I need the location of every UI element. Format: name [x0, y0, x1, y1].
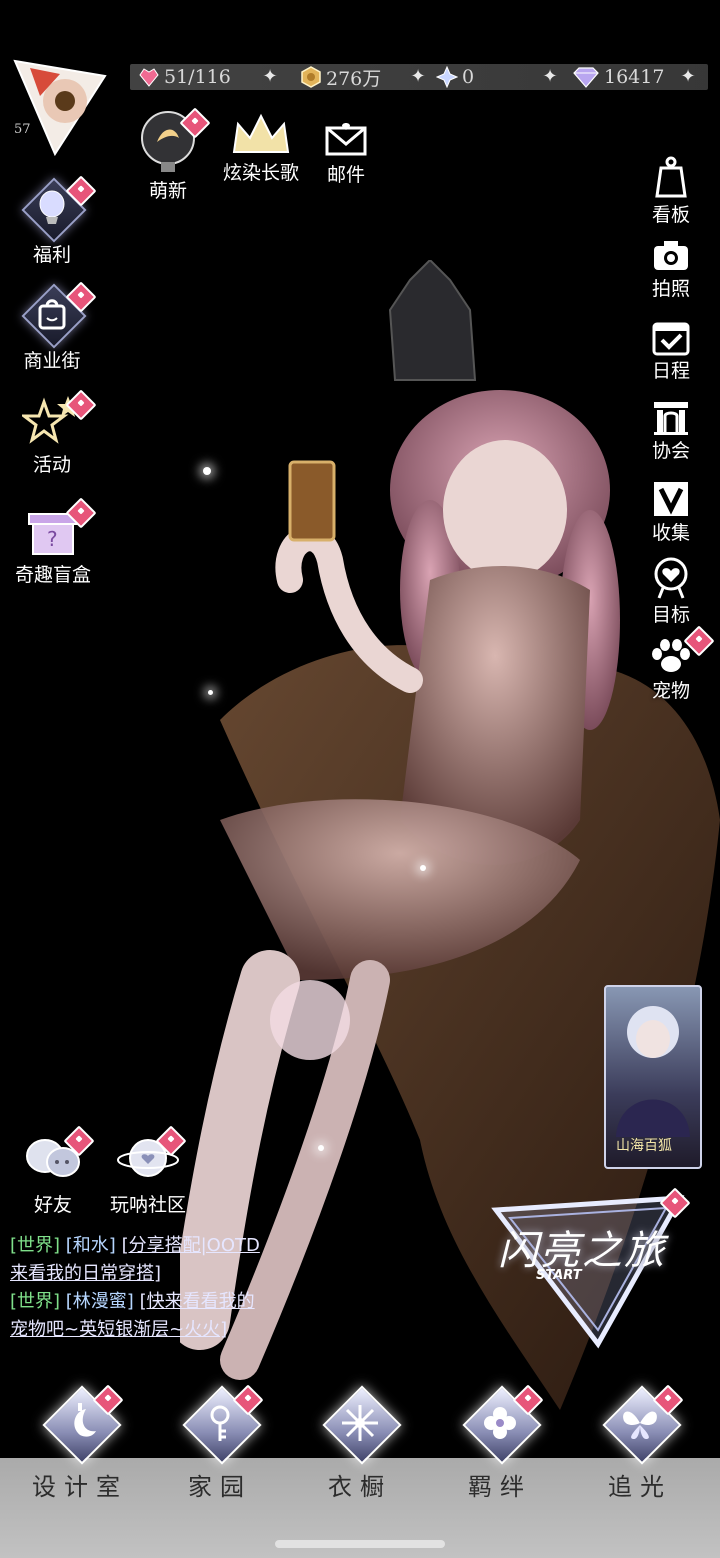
pet-button[interactable]: 宠物: [636, 625, 715, 703]
mail-icon: [324, 120, 368, 158]
crystal-value: 0: [462, 66, 475, 88]
sparkle: [203, 467, 211, 475]
nav-wardrobe-label: 衣橱: [328, 1473, 392, 1501]
schedule-button[interactable]: 日程: [636, 318, 706, 383]
nav-design-room[interactable]: 设计室: [25, 1384, 135, 1502]
calendar-check-icon: [652, 322, 690, 356]
chat-sender[interactable]: [和水]: [66, 1235, 116, 1256]
nav-home-label: 家园: [188, 1473, 252, 1501]
dress-form-icon: [655, 156, 687, 198]
newbie-button[interactable]: 萌新: [132, 107, 211, 203]
showcase-button[interactable]: 看板: [636, 156, 706, 227]
gold-display: 276万: [300, 64, 381, 90]
add-gold-button[interactable]: ✦: [408, 67, 428, 87]
event-xuanran-label: 炫染长歌: [222, 162, 299, 184]
event-card-label: 山海百狐: [616, 1138, 672, 1154]
activity-label: 活动: [32, 454, 71, 476]
pet-label: 宠物: [651, 680, 690, 702]
chat-text[interactable]: [快来看看我的: [140, 1291, 255, 1312]
start-journey-title: 闪亮之旅: [498, 1228, 666, 1274]
nav-bond-label: 羁绊: [468, 1473, 532, 1501]
shopping-street-label: 商业街: [23, 350, 81, 372]
stamina-display: 51/116: [138, 64, 231, 90]
friends-label: 好友: [33, 1194, 72, 1216]
player-level: 57: [14, 122, 31, 137]
add-crystal-button[interactable]: ✦: [540, 67, 560, 87]
crystal-display: 0: [435, 64, 475, 90]
welfare-button[interactable]: 福利: [16, 175, 97, 267]
camera-icon: [654, 241, 688, 270]
mail-button[interactable]: 邮件: [318, 120, 374, 187]
add-stamina-button[interactable]: ✦: [260, 67, 280, 87]
chat-text[interactable]: [分享搭配|OOTD: [122, 1235, 260, 1256]
chat-text-cont[interactable]: 宠物吧~英短银渐层~火火]: [10, 1319, 227, 1340]
schedule-label: 日程: [651, 360, 690, 382]
blind-box-button[interactable]: ? 奇趣盲盒: [8, 497, 98, 587]
start-journey-button[interactable]: 闪亮之旅 START: [488, 1187, 691, 1350]
nav-wardrobe[interactable]: 衣橱: [305, 1385, 415, 1502]
diamond-icon: [572, 66, 600, 88]
association-label: 协会: [651, 440, 690, 462]
home-indicator[interactable]: [275, 1540, 445, 1548]
community-label: 玩呐社区: [109, 1194, 186, 1216]
nav-design-room-label: 设计室: [32, 1473, 128, 1501]
collection-button[interactable]: 收集: [636, 480, 706, 545]
player-avatar[interactable]: [10, 56, 110, 157]
sparkle: [208, 690, 213, 695]
nav-chase-light-label: 追光: [608, 1473, 672, 1501]
welfare-label: 福利: [32, 244, 71, 266]
blind-box-label: 奇趣盲盒: [14, 564, 91, 586]
stamina-value: 51/116: [164, 66, 231, 88]
photo-button[interactable]: 拍照: [636, 238, 706, 301]
shopping-street-button[interactable]: 商业街: [16, 281, 97, 373]
heart-medal-icon: [654, 557, 688, 599]
heart-gem-icon: [138, 66, 160, 88]
crown-icon: [230, 112, 292, 156]
chat-message[interactable]: [世界] [和水] [分享搭配|OOTD 来看我的日常穿搭]: [10, 1232, 300, 1288]
event-card[interactable]: 山海百狐: [604, 985, 702, 1169]
gold-value: 276万: [326, 67, 382, 90]
start-label: START: [536, 1268, 582, 1283]
diamond-display: 16417: [572, 64, 664, 90]
association-button[interactable]: 协会: [636, 400, 706, 463]
building-icon: [654, 402, 688, 435]
goal-button[interactable]: 目标: [636, 556, 706, 627]
add-diamond-button[interactable]: ✦: [678, 67, 698, 87]
world-chat[interactable]: [世界] [和水] [分享搭配|OOTD 来看我的日常穿搭] [世界] [林漫蜜…: [10, 1232, 300, 1344]
sparkle: [420, 865, 426, 871]
chat-text-cont[interactable]: 来看我的日常穿搭]: [10, 1263, 161, 1284]
friends-button[interactable]: 好友: [18, 1125, 95, 1217]
chat-message[interactable]: [世界] [林漫蜜] [快来看看我的 宠物吧~英短银渐层~火火]: [10, 1288, 300, 1344]
community-button[interactable]: 玩呐社区: [100, 1125, 196, 1217]
chat-channel: [世界]: [10, 1235, 61, 1256]
newbie-label: 萌新: [148, 180, 187, 202]
nav-bond[interactable]: 羁绊: [445, 1384, 555, 1502]
crystal-icon: [435, 65, 459, 89]
chat-channel: [世界]: [10, 1291, 61, 1312]
collection-label: 收集: [651, 522, 690, 544]
goal-label: 目标: [651, 604, 690, 626]
currency-bar: 51/116 ✦ 276万 ✦ 0 ✦ 16417 ✦: [130, 64, 708, 90]
activity-button[interactable]: 活动: [16, 389, 97, 477]
svg-text:?: ?: [47, 527, 58, 551]
diamond-value: 16417: [604, 66, 665, 88]
event-xuanran-button[interactable]: 炫染长歌: [216, 112, 306, 185]
snowflake-icon: [322, 1385, 402, 1465]
event-card-portrait: [616, 1006, 690, 1137]
mail-label: 邮件: [326, 164, 365, 186]
showcase-label: 看板: [651, 204, 690, 226]
photo-label: 拍照: [651, 278, 690, 300]
nav-home[interactable]: 家园: [165, 1384, 275, 1502]
chat-sender[interactable]: [林漫蜜]: [66, 1291, 134, 1312]
gold-coin-icon: [300, 66, 322, 88]
nav-chase-light[interactable]: 追光: [585, 1384, 695, 1502]
collection-v-icon: [654, 482, 688, 516]
sparkle: [318, 1145, 324, 1151]
